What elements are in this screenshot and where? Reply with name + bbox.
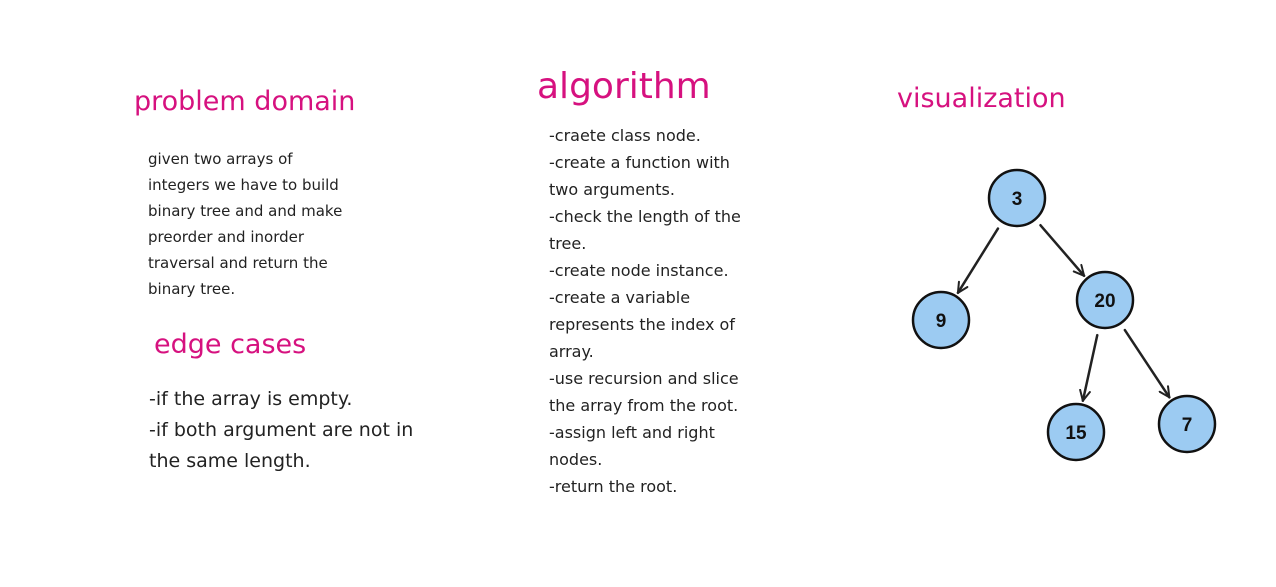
tree-node-15: 15 [1046,402,1106,462]
tree-node-9: 9 [911,290,971,350]
tree-node-3: 3 [987,168,1047,228]
tree-edge-n20-n7 [1123,328,1171,399]
tree-node-20: 20 [1075,270,1135,330]
tree-node-label: 15 [1065,423,1087,444]
tree-node-label: 9 [936,311,947,332]
binary-tree-diagram: 3 9 20 15 7 [911,168,1217,462]
tree-node-label: 3 [1012,189,1023,210]
tree-node-label: 7 [1182,415,1193,436]
tree-nodes: 3 9 20 15 7 [911,168,1217,462]
tree-edge-n20-n15 [1079,333,1099,402]
tree-edges [956,224,1171,402]
tree-edge-n3-n9 [956,227,1000,295]
tree-edge-n3-n20 [1039,224,1086,278]
tree-node-7: 7 [1157,394,1217,454]
tree-node-label: 20 [1094,291,1115,312]
